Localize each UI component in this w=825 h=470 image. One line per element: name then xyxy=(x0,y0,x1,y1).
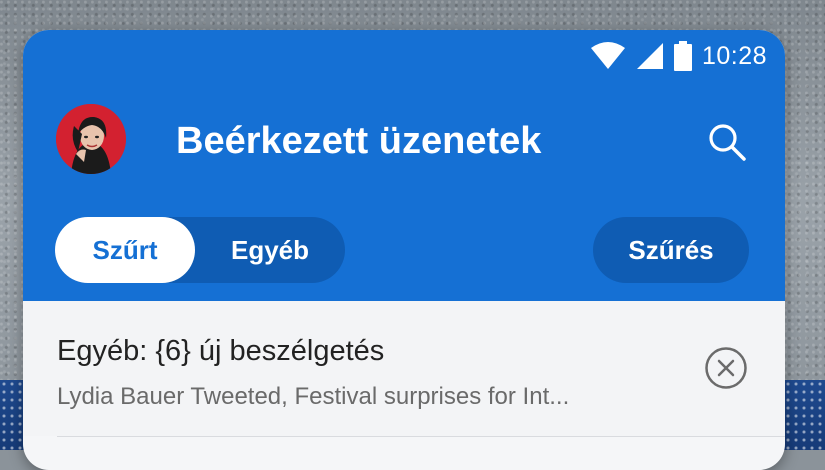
tab-focused[interactable]: Szűrt xyxy=(55,217,195,283)
dismiss-notice-button[interactable] xyxy=(703,345,749,391)
avatar[interactable] xyxy=(56,104,126,174)
close-circle-icon xyxy=(704,346,748,390)
avatar-image xyxy=(56,104,126,174)
app-header: 10:28 Beérkezett üzenetek Szűrt Egyéb Sz… xyxy=(23,30,785,301)
notice-subtitle: Lydia Bauer Tweeted, Festival surprises … xyxy=(57,383,570,410)
tab-other[interactable]: Egyéb xyxy=(195,217,345,283)
search-icon xyxy=(707,122,747,162)
phone-screen: 10:28 Beérkezett üzenetek Szűrt Egyéb Sz… xyxy=(23,30,785,470)
page-title: Beérkezett üzenetek xyxy=(176,120,542,162)
wifi-icon xyxy=(590,42,626,70)
search-button[interactable] xyxy=(703,118,751,166)
divider xyxy=(57,436,785,437)
notice-title: Egyéb: {6} új beszélgetés xyxy=(57,335,385,367)
battery-icon xyxy=(673,41,692,71)
status-bar: 10:28 xyxy=(590,40,767,72)
inbox-tab-switch: Szűrt Egyéb xyxy=(55,217,345,283)
status-time: 10:28 xyxy=(701,41,767,70)
signal-icon xyxy=(636,42,664,70)
other-inbox-notice[interactable]: Egyéb: {6} új beszélgetés Lydia Bauer Tw… xyxy=(23,301,785,436)
filter-button[interactable]: Szűrés xyxy=(593,217,749,283)
